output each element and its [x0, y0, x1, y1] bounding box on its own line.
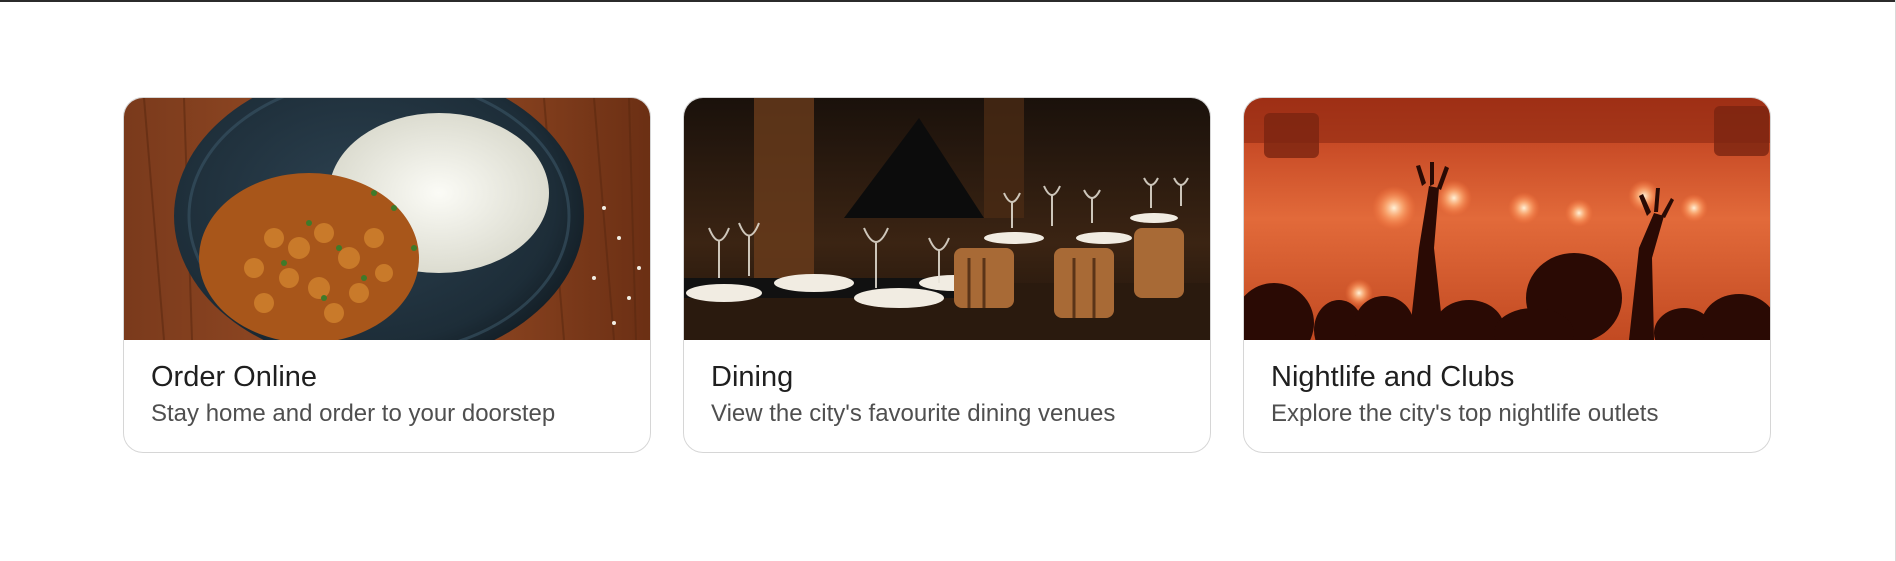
card-order-online[interactable]: Order Online Stay home and order to your…: [123, 97, 651, 453]
card-title: Dining: [711, 361, 794, 393]
card-subtitle: Stay home and order to your doorstep: [151, 400, 556, 427]
nightclub-crowd-image: [1244, 98, 1770, 340]
top-divider: [0, 0, 1896, 2]
card-subtitle: View the city's favourite dining venues: [711, 400, 1116, 427]
restaurant-interior-image: [684, 98, 1210, 340]
card-nightlife[interactable]: Nightlife and Clubs Explore the city's t…: [1243, 97, 1771, 453]
card-subtitle: Explore the city's top nightlife outlets: [1271, 400, 1659, 427]
card-dining[interactable]: Dining View the city's favourite dining …: [683, 97, 1211, 453]
collection-cards: Order Online Stay home and order to your…: [123, 97, 1771, 453]
food-plate-image: [124, 98, 650, 340]
card-title: Order Online: [151, 361, 318, 393]
card-title: Nightlife and Clubs: [1271, 361, 1515, 393]
